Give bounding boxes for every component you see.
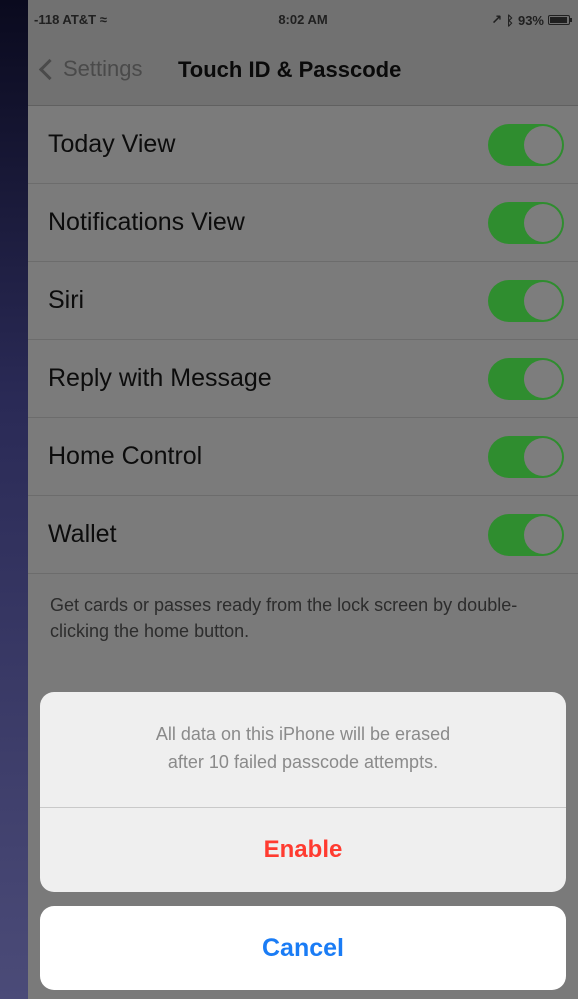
notifications-view-toggle[interactable] bbox=[488, 202, 564, 244]
settings-list: Today View Notifications View Siri Reply… bbox=[28, 106, 578, 574]
setting-label: Notifications View bbox=[48, 208, 245, 236]
setting-row-siri: Siri bbox=[28, 262, 578, 340]
message-line-1: All data on this iPhone will be erased bbox=[155, 724, 451, 744]
chevron-left-icon bbox=[38, 58, 61, 80]
setting-label: Reply with Message bbox=[48, 364, 272, 392]
reply-with-message-toggle[interactable] bbox=[488, 358, 564, 400]
battery-percent: 93% bbox=[517, 12, 544, 28]
toggle-knob bbox=[524, 204, 562, 242]
home-control-toggle[interactable] bbox=[488, 436, 564, 478]
phone-screen: -118 AT&T ≈ 8:02 AM ↗ ᛒ 93% Settings Tou… bbox=[28, 0, 578, 999]
setting-row-home-control: Home Control bbox=[28, 418, 578, 496]
toggle-knob bbox=[524, 126, 562, 164]
bluetooth-icon: ᛒ bbox=[506, 12, 514, 28]
navigation-bar: Settings Touch ID & Passcode bbox=[28, 36, 578, 106]
battery-icon bbox=[548, 15, 572, 25]
status-right: ↗ ᛒ 93% bbox=[491, 12, 572, 28]
action-sheet-message: All data on this iPhone will be erased a… bbox=[40, 692, 566, 808]
wallet-footer-note: Get cards or passes ready from the lock … bbox=[50, 595, 518, 641]
setting-row-today-view: Today View bbox=[28, 106, 578, 184]
siri-toggle[interactable] bbox=[488, 280, 564, 322]
action-sheet: All data on this iPhone will be erased a… bbox=[40, 692, 566, 892]
back-button[interactable]: Settings bbox=[38, 56, 143, 82]
status-bar: -118 AT&T ≈ 8:02 AM ↗ ᛒ 93% bbox=[28, 0, 578, 36]
back-label: Settings bbox=[63, 56, 143, 81]
setting-label: Wallet bbox=[48, 520, 117, 548]
toggle-knob bbox=[524, 438, 562, 476]
enable-button[interactable]: Enable bbox=[40, 808, 566, 892]
setting-row-notifications-view: Notifications View bbox=[28, 184, 578, 262]
setting-label: Home Control bbox=[48, 442, 203, 470]
location-icon: ↗ bbox=[491, 12, 503, 27]
wallet-toggle[interactable] bbox=[488, 514, 564, 556]
toggle-knob bbox=[524, 360, 562, 398]
setting-label: Siri bbox=[48, 286, 85, 314]
page-title: Touch ID & Passcode bbox=[178, 57, 402, 82]
setting-row-reply-with-message: Reply with Message bbox=[28, 340, 578, 418]
cancel-button[interactable]: Cancel bbox=[40, 906, 566, 990]
toggle-knob bbox=[524, 516, 562, 554]
message-line-2: after 10 failed passcode attempts. bbox=[167, 752, 439, 772]
setting-label: Today View bbox=[48, 130, 176, 158]
today-view-toggle[interactable] bbox=[488, 124, 564, 166]
setting-row-wallet: Wallet bbox=[28, 496, 578, 574]
toggle-knob bbox=[524, 282, 562, 320]
